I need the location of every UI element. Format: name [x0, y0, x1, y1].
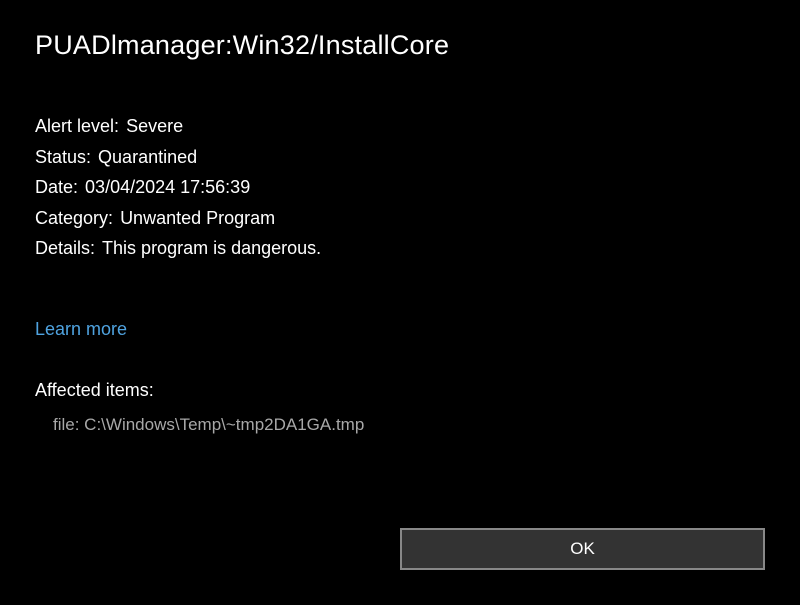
details-row: Details: This program is dangerous.	[35, 233, 765, 264]
alert-level-value: Severe	[126, 116, 183, 136]
ok-button[interactable]: OK	[400, 528, 765, 570]
details-label: Details:	[35, 238, 95, 258]
category-value: Unwanted Program	[120, 208, 275, 228]
threat-name: PUADlmanager:Win32/InstallCore	[35, 30, 765, 61]
details-value: This program is dangerous.	[102, 238, 321, 258]
status-row: Status: Quarantined	[35, 142, 765, 173]
date-label: Date:	[35, 177, 78, 197]
date-row: Date: 03/04/2024 17:56:39	[35, 172, 765, 203]
category-row: Category: Unwanted Program	[35, 203, 765, 234]
category-label: Category:	[35, 208, 113, 228]
alert-level-row: Alert level: Severe	[35, 111, 765, 142]
affected-item: file: C:\Windows\Temp\~tmp2DA1GA.tmp	[53, 415, 765, 435]
threat-details-dialog: PUADlmanager:Win32/InstallCore Alert lev…	[0, 0, 800, 605]
date-value: 03/04/2024 17:56:39	[85, 177, 250, 197]
learn-more-link[interactable]: Learn more	[35, 319, 127, 340]
status-value: Quarantined	[98, 147, 197, 167]
status-label: Status:	[35, 147, 91, 167]
affected-items-header: Affected items:	[35, 380, 765, 401]
alert-level-label: Alert level:	[35, 116, 119, 136]
